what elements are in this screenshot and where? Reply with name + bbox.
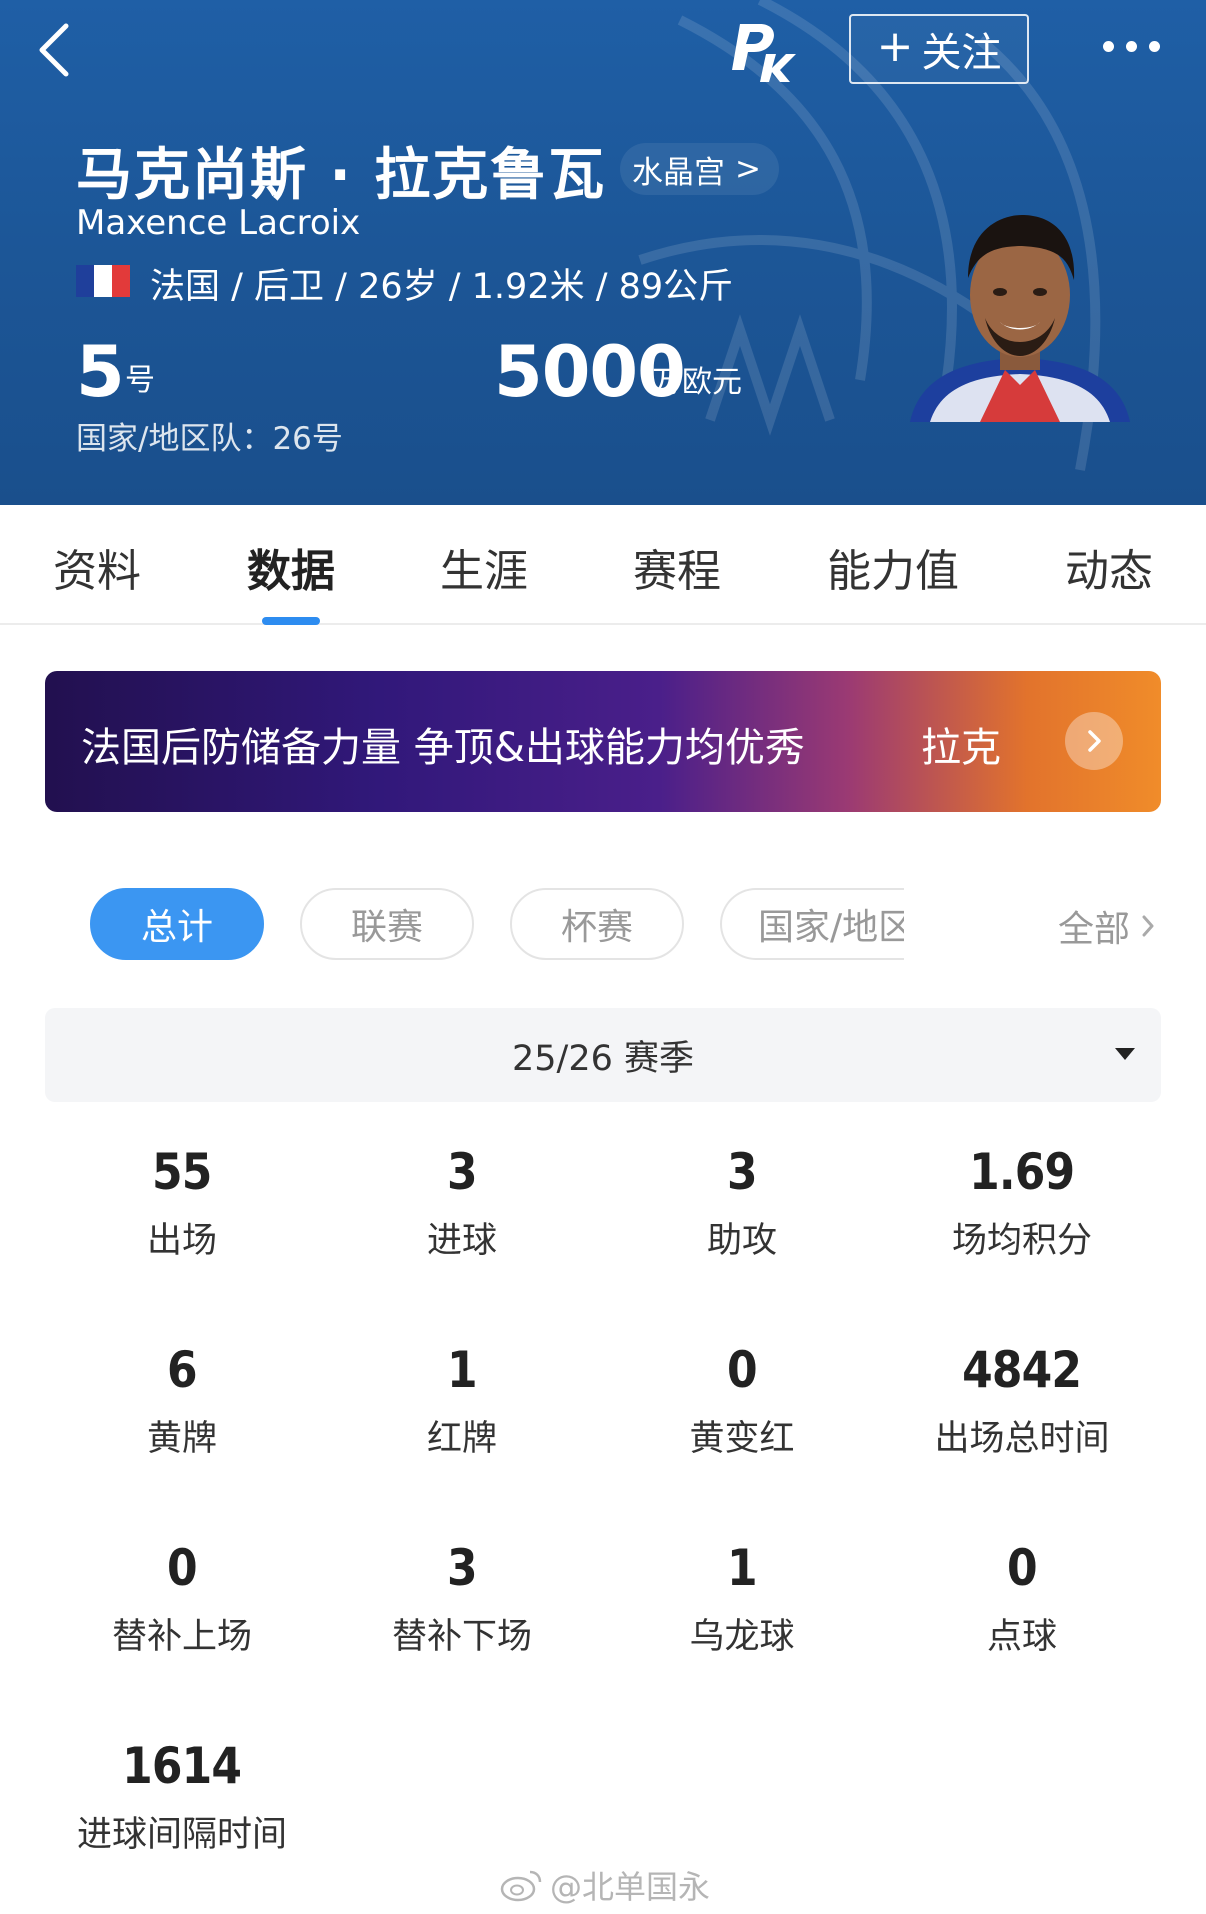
filter-cup[interactable]: 杯赛 xyxy=(510,888,684,960)
stat-label: 出场 xyxy=(146,1221,217,1261)
banner-text: 法国后防储备力量 争顶&出球能力均优秀 xyxy=(81,725,805,771)
stat-label: 助攻 xyxy=(706,1221,777,1261)
follow-button[interactable]: + 关注 xyxy=(849,14,1029,84)
chevron-right-icon[interactable] xyxy=(1065,712,1123,770)
plus-icon: + xyxy=(876,21,914,72)
weibo-logo-icon xyxy=(500,1870,542,1902)
france-flag-icon xyxy=(76,265,130,297)
stat-label: 黄变红 xyxy=(689,1419,795,1459)
filter-national-team[interactable]: 国家/地区 xyxy=(720,888,904,960)
filter-total[interactable]: 总计 xyxy=(90,888,264,960)
stat-label: 红牌 xyxy=(426,1419,497,1459)
stat-label: 场均积分 xyxy=(951,1221,1092,1261)
tab-bar: 资料 数据 生涯 赛程 能力值 动态 xyxy=(0,505,1206,625)
stat-label: 进球间隔时间 xyxy=(76,1815,287,1855)
tab-news[interactable]: 动态 xyxy=(1065,535,1153,599)
active-tab-indicator xyxy=(262,617,320,625)
watermark-text: @北单国永 xyxy=(550,1868,711,1906)
weibo-watermark: @北单国永 xyxy=(500,1862,710,1908)
stat-label: 出场总时间 xyxy=(934,1419,1110,1459)
stat-value: 6 xyxy=(167,1341,198,1399)
stat-label: 替补下场 xyxy=(391,1617,532,1657)
stat-label: 黄牌 xyxy=(146,1419,217,1459)
banner-player-name: 拉克 xyxy=(921,725,1001,771)
stat-value: 3 xyxy=(447,1539,478,1597)
stat-assists: 3 助攻 xyxy=(592,1142,892,1263)
stat-sub-in: 0 替补上场 xyxy=(32,1538,332,1659)
club-name: 水晶宫 xyxy=(632,154,725,191)
stat-label: 乌龙球 xyxy=(689,1617,795,1657)
filter-all-link[interactable]: 全部 xyxy=(1058,900,1156,952)
stat-red-cards: 1 红牌 xyxy=(312,1340,612,1461)
national-team-number: 国家/地区队：26号 xyxy=(76,421,343,457)
player-photo-avatar xyxy=(910,215,1130,422)
stat-own-goals: 1 乌龙球 xyxy=(592,1538,892,1659)
stat-value: 4842 xyxy=(962,1341,1083,1399)
player-name-chinese: 马克尚斯 · 拉克鲁瓦 xyxy=(76,143,607,208)
stat-appearances: 55 出场 xyxy=(32,1142,332,1263)
player-bio: 法国 / 后卫 / 26岁 / 1.92米 / 89公斤 xyxy=(150,267,734,307)
club-shirt-number-unit: 号 xyxy=(125,363,155,398)
tab-profile[interactable]: 资料 xyxy=(53,535,141,599)
stat-value: 1 xyxy=(727,1539,758,1597)
stat-yellow-cards: 6 黄牌 xyxy=(32,1340,332,1461)
player-header: + 关注 马克尚斯 · 拉克鲁瓦 水晶宫 > Maxence Lacroix 法… xyxy=(0,0,1206,505)
stat-value: 1 xyxy=(447,1341,478,1399)
chevron-right-icon: > xyxy=(735,151,761,187)
tab-schedule[interactable]: 赛程 xyxy=(633,535,721,599)
more-options-icon[interactable] xyxy=(1096,26,1166,66)
stat-points-per-game: 1.69 场均积分 xyxy=(872,1142,1172,1263)
season-selector[interactable]: 25/26 赛季 xyxy=(45,1008,1161,1102)
club-shirt-number: 5 xyxy=(76,331,125,413)
stat-value: 55 xyxy=(152,1143,212,1201)
stat-minutes-per-goal: 1614 进球间隔时间 xyxy=(32,1736,332,1857)
stat-value: 0 xyxy=(727,1341,758,1399)
chevron-right-icon xyxy=(1142,915,1154,937)
stat-value: 1614 xyxy=(122,1737,243,1795)
tab-career[interactable]: 生涯 xyxy=(440,535,528,599)
stat-value: 0 xyxy=(1007,1539,1038,1597)
market-value-unit: 万欧元 xyxy=(652,365,742,400)
caret-down-icon xyxy=(1115,1048,1135,1060)
filter-all-label: 全部 xyxy=(1058,909,1131,950)
stat-goals: 3 进球 xyxy=(312,1142,612,1263)
player-name-english: Maxence Lacroix xyxy=(76,203,361,243)
filter-league[interactable]: 联赛 xyxy=(300,888,474,960)
stat-value: 0 xyxy=(167,1539,198,1597)
stat-value: 3 xyxy=(727,1143,758,1201)
club-link[interactable]: 水晶宫 > xyxy=(620,143,779,195)
stat-minutes-played: 4842 出场总时间 xyxy=(872,1340,1172,1461)
stat-sub-out: 3 替补下场 xyxy=(312,1538,612,1659)
stat-penalties: 0 点球 xyxy=(872,1538,1172,1659)
pk-logo-icon xyxy=(732,24,796,82)
scouting-banner[interactable]: 法国后防储备力量 争顶&出球能力均优秀 拉克 xyxy=(45,671,1161,812)
season-label: 25/26 赛季 xyxy=(512,1038,694,1079)
stat-label: 进球 xyxy=(426,1221,497,1261)
stat-value: 3 xyxy=(447,1143,478,1201)
competition-filter: 总计 联赛 杯赛 国家/地区 全部 xyxy=(0,888,1206,960)
back-icon[interactable] xyxy=(30,18,80,82)
tab-data[interactable]: 数据 xyxy=(247,535,335,599)
stat-label: 替补上场 xyxy=(111,1617,252,1657)
stat-label: 点球 xyxy=(986,1617,1057,1657)
follow-label: 关注 xyxy=(921,30,1002,76)
stat-value: 1.69 xyxy=(969,1143,1075,1201)
tab-ability[interactable]: 能力值 xyxy=(827,535,959,599)
stat-second-yellow: 0 黄变红 xyxy=(592,1340,892,1461)
